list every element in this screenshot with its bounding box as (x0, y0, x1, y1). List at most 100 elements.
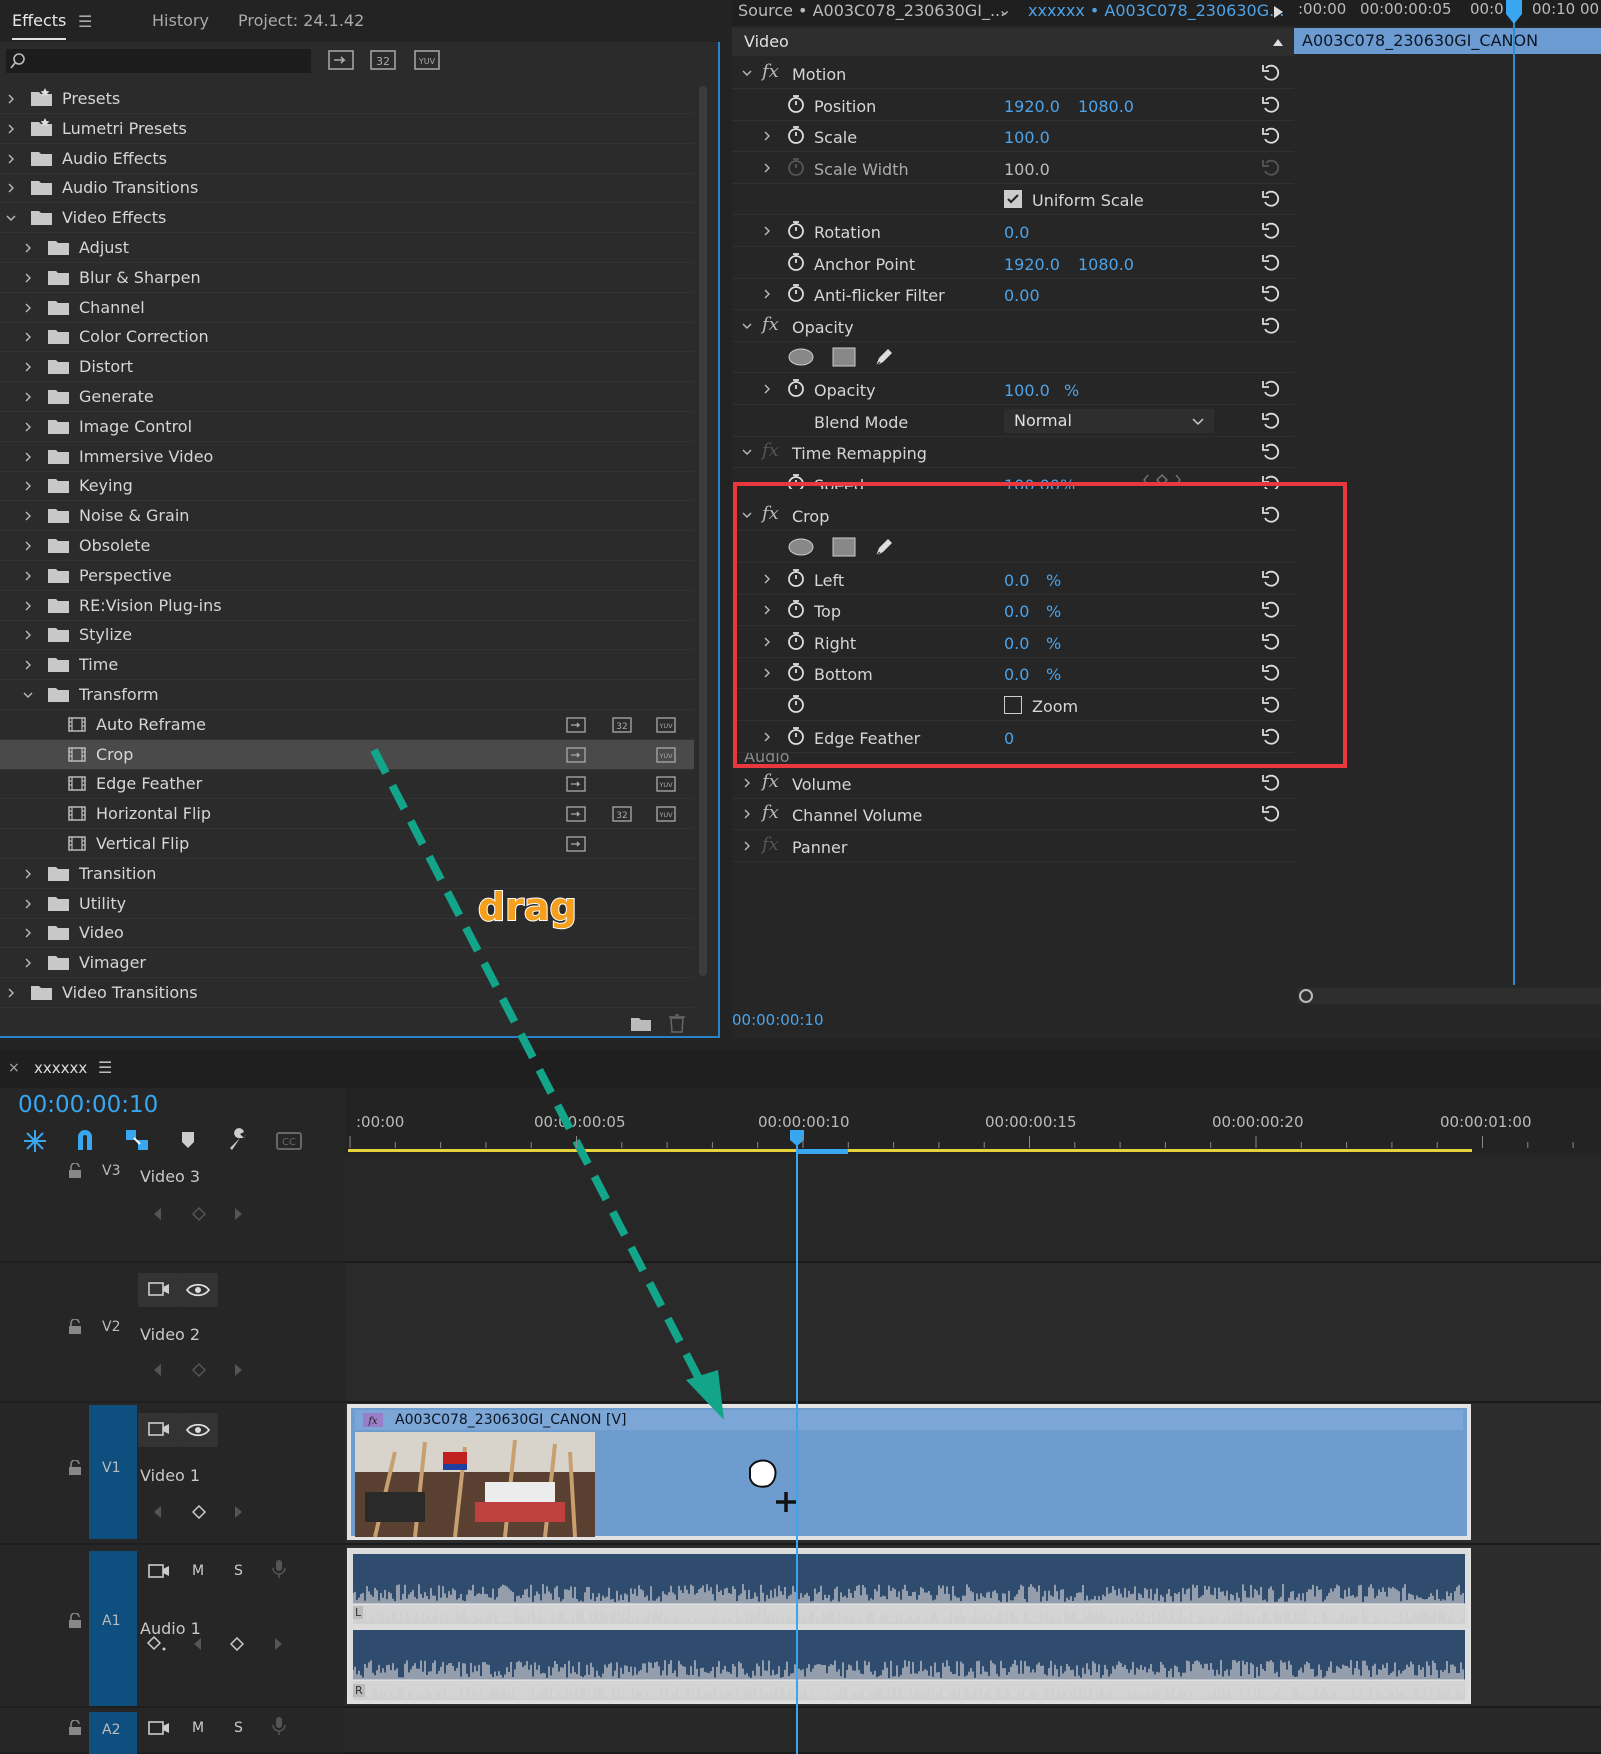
add-keyframe-icon[interactable] (192, 1207, 206, 1221)
chevron-right-icon[interactable] (6, 154, 16, 164)
microphone-icon[interactable] (272, 1559, 286, 1579)
keyframe-toggle-icon[interactable] (146, 1635, 168, 1653)
chevron-right-icon[interactable] (23, 630, 33, 640)
solo-button[interactable]: S (234, 1563, 243, 1579)
chevron-right-icon[interactable] (23, 303, 33, 313)
chevron-right-icon[interactable] (742, 809, 752, 819)
tree-item[interactable]: Audio Effects (0, 144, 694, 174)
playhead-handle-icon[interactable] (1504, 0, 1526, 26)
property-value[interactable]: 1920.0 (1004, 97, 1060, 116)
effect-controls-clip-bar[interactable]: A003C078_230630GI_CANON (1294, 28, 1601, 54)
lock-icon[interactable] (68, 1460, 82, 1476)
stopwatch-icon[interactable] (786, 156, 806, 178)
lock-icon[interactable] (68, 1163, 82, 1179)
chevron-right-icon[interactable] (23, 511, 33, 521)
search-input[interactable] (6, 49, 311, 73)
property-value-2[interactable]: 1080.0 (1078, 255, 1134, 274)
chevron-down-icon[interactable] (6, 213, 16, 223)
chevron-right-icon[interactable] (6, 94, 16, 104)
effect-controls-playhead[interactable] (1513, 0, 1515, 985)
tree-item[interactable]: Obsolete (0, 531, 694, 561)
next-keyframe-icon[interactable] (232, 1363, 244, 1377)
chevron-right-icon[interactable] (742, 841, 752, 851)
lock-icon[interactable] (68, 1720, 82, 1736)
chevron-right-icon[interactable] (762, 384, 772, 394)
track-id[interactable]: A1 (102, 1613, 120, 1629)
pen-mask-icon[interactable] (872, 346, 896, 368)
mute-button[interactable]: M (192, 1720, 204, 1736)
tab-history[interactable]: History (152, 11, 209, 30)
stopwatch-icon[interactable] (786, 124, 806, 146)
chevron-right-icon[interactable] (762, 131, 772, 141)
next-keyframe-icon[interactable] (232, 1207, 244, 1221)
panel-menu-icon[interactable]: ☰ (98, 1058, 112, 1077)
tree-item[interactable]: Noise & Grain (0, 501, 694, 532)
sequence-clip-label[interactable]: xxxxxx • A003C078_230630G... (1028, 1, 1284, 20)
property-value[interactable]: 100.0 (1004, 128, 1050, 147)
tree-item[interactable]: Keying (0, 471, 694, 502)
audio-clip[interactable]: fx L R (347, 1548, 1471, 1704)
solo-button[interactable]: S (234, 1720, 243, 1736)
tree-item[interactable]: Perspective (0, 561, 694, 591)
effect-controls-timecode[interactable]: 00:00:00:10 (732, 1011, 824, 1029)
fx-icon[interactable]: fx (762, 61, 779, 82)
32bit-filter-icon[interactable]: 32 (370, 50, 396, 70)
chevron-right-icon[interactable] (762, 289, 772, 299)
tree-item[interactable]: Transform (0, 680, 694, 710)
previous-keyframe-icon[interactable] (152, 1207, 164, 1221)
tree-item[interactable]: Lumetri Presets (0, 114, 694, 144)
previous-keyframe-icon[interactable] (152, 1363, 164, 1377)
timeline-playhead[interactable] (796, 1135, 798, 1754)
next-keyframe-icon[interactable] (232, 1505, 244, 1519)
tree-item[interactable]: Audio Transitions (0, 173, 694, 204)
chevron-right-icon[interactable] (23, 422, 33, 432)
wrench-icon[interactable] (226, 1128, 250, 1152)
add-marker-icon[interactable] (180, 1130, 196, 1150)
add-keyframe-icon[interactable] (192, 1363, 206, 1377)
chevron-down-icon[interactable] (742, 68, 752, 78)
track-id[interactable]: V3 (102, 1163, 120, 1179)
sequence-tab[interactable]: xxxxxx (34, 1059, 87, 1077)
reset-icon[interactable] (1261, 126, 1281, 146)
chevron-right-icon[interactable] (762, 163, 772, 173)
chevron-down-icon[interactable] (23, 690, 33, 700)
chevron-right-icon[interactable] (23, 899, 33, 909)
reset-icon[interactable] (1261, 804, 1281, 824)
reset-icon[interactable] (1261, 189, 1281, 209)
close-icon[interactable]: × (8, 1060, 20, 1076)
next-keyframe-icon[interactable] (272, 1637, 284, 1651)
property-value[interactable]: 100.0 (1004, 381, 1050, 400)
microphone-icon[interactable] (272, 1716, 286, 1736)
property-value[interactable]: 1920.0 (1004, 255, 1060, 274)
fx-icon[interactable]: fx (762, 802, 779, 823)
camera-icon[interactable] (148, 1563, 170, 1579)
tree-item[interactable]: Auto Reframe 32 YUV (0, 710, 694, 740)
previous-keyframe-icon[interactable] (152, 1505, 164, 1519)
chevron-right-icon[interactable] (23, 392, 33, 402)
track-lane[interactable] (345, 1708, 1601, 1754)
panel-menu-icon[interactable]: ☰ (78, 12, 92, 31)
fx-icon[interactable]: fx (762, 314, 779, 335)
property-value[interactable]: 0.0 (1004, 223, 1029, 242)
ellipse-mask-icon[interactable] (788, 347, 814, 367)
fx-icon[interactable]: fx (762, 440, 779, 461)
reset-icon[interactable] (1261, 63, 1281, 83)
mute-button[interactable]: M (192, 1563, 204, 1579)
property-value-2[interactable]: 1080.0 (1078, 97, 1134, 116)
stopwatch-icon[interactable] (786, 251, 806, 273)
stopwatch-icon[interactable] (786, 219, 806, 241)
accelerated-effects-filter-icon[interactable] (328, 50, 354, 70)
chevron-right-icon[interactable] (6, 988, 16, 998)
chevron-right-icon[interactable] (23, 601, 33, 611)
tree-item[interactable]: Stylize (0, 620, 694, 651)
reset-icon[interactable] (1261, 158, 1281, 178)
chevron-down-icon[interactable] (742, 447, 752, 457)
stopwatch-icon[interactable] (786, 93, 806, 115)
blend-mode-dropdown[interactable]: Normal (1004, 408, 1214, 433)
zoom-handle-icon[interactable] (1298, 988, 1314, 1004)
fx-icon[interactable]: fx (762, 771, 779, 792)
tree-item[interactable]: Video Effects (0, 203, 694, 234)
tab-effects[interactable]: Effects (12, 11, 67, 40)
chevron-right-icon[interactable] (23, 332, 33, 342)
reset-icon[interactable] (1261, 221, 1281, 241)
